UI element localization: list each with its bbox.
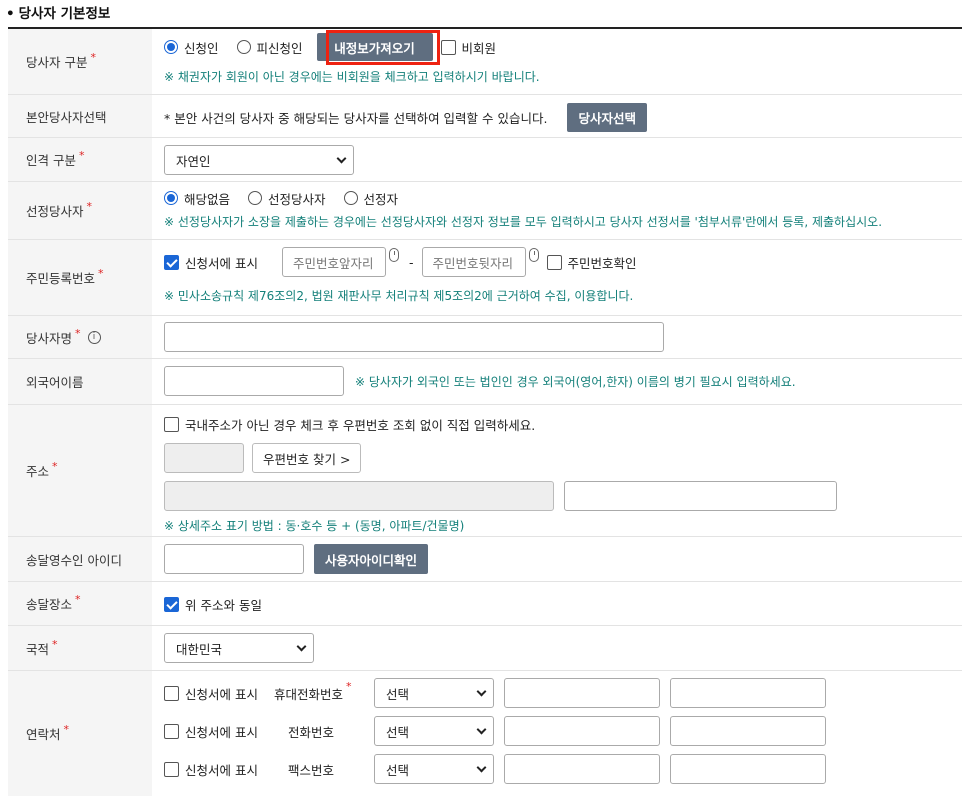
show-mobile-checkbox-box[interactable]: [164, 685, 179, 701]
resident-front-input[interactable]: 주민번호앞자리: [281, 247, 386, 277]
radio-appointer-button[interactable]: [343, 191, 358, 205]
radio-applicant[interactable]: 신청인: [164, 38, 219, 57]
section-title-text: 당사자 기본정보: [18, 6, 111, 22]
phone-label: 전화번호: [288, 724, 335, 740]
fax-prefix-select[interactable]: 선택: [374, 754, 494, 784]
nationality-select[interactable]: 대한민국: [164, 633, 314, 663]
mobile-middle-input[interactable]: [504, 678, 660, 708]
foreign-name-note: ※ 당사자가 외국인 또는 법인인 경우 외국어(영어,한자) 이름의 병기 필…: [355, 374, 796, 389]
zipcode-input[interactable]: [164, 443, 244, 473]
party-type-note: ※ 채권자가 회원이 아닌 경우에는 비회원을 체크하고 입력하시기 바랍니다.: [164, 69, 540, 84]
row-party-type: 당사자 구분 * 신청인 피신청인 내정보가져오기 비회원 ※ 채권자가 회원이 …: [8, 29, 962, 95]
person-type-select[interactable]: 자연인: [164, 145, 354, 175]
fax-middle-input[interactable]: [504, 754, 660, 784]
contact-label: 연락처 *: [8, 671, 152, 796]
mobile-prefix-select[interactable]: 선택: [374, 678, 494, 708]
party-type-label: 당사자 구분 *: [8, 29, 152, 94]
case-party-label: 본안당사자선택: [8, 95, 152, 137]
highlight-box: [326, 30, 440, 65]
radio-applicant-button[interactable]: [164, 40, 178, 54]
row-receiver-id: 송달영수인 아이디 사용자아이디확인: [8, 537, 962, 582]
nationality-label: 국적 *: [8, 626, 152, 670]
show-resident-checkbox[interactable]: 신청서에 표시: [164, 253, 258, 272]
fax-last-input[interactable]: [670, 754, 826, 784]
same-address-checkbox[interactable]: 위 주소와 동일: [164, 595, 262, 614]
foreign-address-checkbox-box[interactable]: [164, 416, 179, 432]
mouse-icon: [388, 248, 399, 262]
radio-appointer[interactable]: 선정자: [343, 189, 398, 208]
row-contact: 연락처 * 신청서에 표시 휴대전화번호 * 선택 신청서에 표시 전화번호 선택 …: [8, 671, 962, 796]
mouse-icon: [528, 248, 539, 262]
mobile-label: 휴대전화번호 *: [274, 679, 352, 702]
chevron-down-icon: [336, 153, 347, 164]
radio-respondent[interactable]: 피신청인: [236, 38, 303, 57]
party-name-label: 당사자명 * i: [8, 316, 152, 358]
receiver-id-input[interactable]: [164, 544, 304, 574]
chevron-down-icon: [476, 686, 487, 697]
fax-label: 팩스번호: [288, 762, 335, 778]
nonmember-checkbox[interactable]: 비회원: [440, 38, 496, 57]
appointed-note: ※ 선정당사자가 소장을 제출하는 경우에는 선정당사자와 선정자 정보를 모두…: [164, 214, 883, 229]
resident-number-label: 주민등록번호 *: [8, 240, 152, 315]
show-fax-checkbox-box[interactable]: [164, 761, 179, 777]
row-case-party: 본안당사자선택 * 본안 사건의 당사자 중 해당되는 당사자를 선택하여 입력…: [8, 95, 962, 138]
row-address: 주소 * 국내주소가 아닌 경우 체크 후 우편번호 조회 없이 직접 입력하세요…: [8, 405, 962, 537]
show-phone-checkbox[interactable]: 신청서에 표시: [164, 722, 288, 741]
radio-respondent-button[interactable]: [236, 40, 251, 54]
row-person-type: 인격 구분 * 자연인: [8, 138, 962, 182]
radio-none[interactable]: 해당없음: [164, 189, 230, 208]
address-note: ※ 상세주소 표기 방법 : 동·호수 등 + (동명, 아파트/건물명): [164, 518, 465, 533]
row-nationality: 국적 * 대한민국: [8, 626, 962, 671]
resident-confirm-checkbox[interactable]: 주민번호확인: [546, 253, 637, 272]
receiver-id-label: 송달영수인 아이디: [8, 537, 152, 581]
section-bullet: •: [6, 6, 15, 22]
section-title: • 당사자 기본정보: [6, 2, 110, 22]
phone-middle-input[interactable]: [504, 716, 660, 746]
appointed-label: 선정당사자 *: [8, 182, 152, 239]
radio-appointed-party-button[interactable]: [248, 191, 263, 205]
find-zipcode-button[interactable]: 우편번호 찾기 >: [252, 443, 362, 473]
contact-line-fax: 신청서에 표시 팩스번호 선택: [164, 754, 826, 784]
same-address-checkbox-box[interactable]: [164, 596, 179, 612]
row-appointed-party: 선정당사자 * 해당없음 선정당사자 선정자 ※ 선정당사자가 소장을 제출하는 …: [8, 182, 962, 240]
select-party-button[interactable]: 당사자선택: [567, 102, 647, 132]
party-name-input[interactable]: [164, 322, 664, 352]
foreign-name-input[interactable]: [164, 366, 344, 396]
row-party-name: 당사자명 * i: [8, 316, 962, 359]
address-main-input[interactable]: [164, 481, 554, 511]
resident-number-note: ※ 민사소송규칙 제76조의2, 법원 재판사무 처리규칙 제5조의2에 근거하…: [164, 288, 634, 303]
chevron-down-icon: [476, 762, 487, 773]
resident-dash: -: [408, 254, 414, 270]
chevron-down-icon: [476, 724, 487, 735]
radio-appointed-party[interactable]: 선정당사자: [248, 189, 326, 208]
foreign-name-label: 외국어이름: [8, 359, 152, 404]
info-icon[interactable]: i: [87, 330, 101, 344]
show-mobile-checkbox[interactable]: 신청서에 표시: [164, 684, 274, 703]
radio-none-button[interactable]: [164, 191, 178, 205]
row-foreign-name: 외국어이름 ※ 당사자가 외국인 또는 법인인 경우 외국어(영어,한자) 이름…: [8, 359, 962, 405]
address-label: 주소 *: [8, 405, 152, 536]
show-resident-checkbox-box[interactable]: [164, 254, 179, 270]
mobile-last-input[interactable]: [670, 678, 826, 708]
phone-prefix-select[interactable]: 선택: [374, 716, 494, 746]
party-basic-info-form: 당사자 구분 * 신청인 피신청인 내정보가져오기 비회원 ※ 채권자가 회원이 …: [8, 29, 962, 796]
foreign-address-checkbox[interactable]: 국내주소가 아닌 경우 체크 후 우편번호 조회 없이 직접 입력하세요.: [164, 415, 535, 434]
person-type-label: 인격 구분 *: [8, 138, 152, 181]
chevron-down-icon: [296, 641, 307, 652]
resident-confirm-checkbox-box[interactable]: [546, 254, 562, 270]
case-party-text: * 본안 사건의 당사자 중 해당되는 당사자를 선택하여 입력할 수 있습니다…: [164, 110, 548, 126]
row-resident-number: 주민등록번호 * 신청서에 표시 주민번호앞자리 - 주민번호뒷자리 주민번호확인…: [8, 240, 962, 316]
show-phone-checkbox-box[interactable]: [164, 723, 179, 739]
contact-line-phone: 신청서에 표시 전화번호 선택: [164, 716, 826, 746]
contact-line-mobile: 신청서에 표시 휴대전화번호 * 선택: [164, 678, 826, 708]
resident-back-input[interactable]: 주민번호뒷자리: [421, 247, 526, 277]
delivery-place-label: 송달장소 *: [8, 582, 152, 625]
phone-last-input[interactable]: [670, 716, 826, 746]
show-fax-checkbox[interactable]: 신청서에 표시: [164, 760, 288, 779]
row-delivery-place: 송달장소 * 위 주소와 동일: [8, 582, 962, 626]
check-user-id-button[interactable]: 사용자아이디확인: [314, 544, 429, 574]
nonmember-checkbox-box[interactable]: [440, 39, 456, 55]
address-detail-input[interactable]: [564, 481, 837, 511]
